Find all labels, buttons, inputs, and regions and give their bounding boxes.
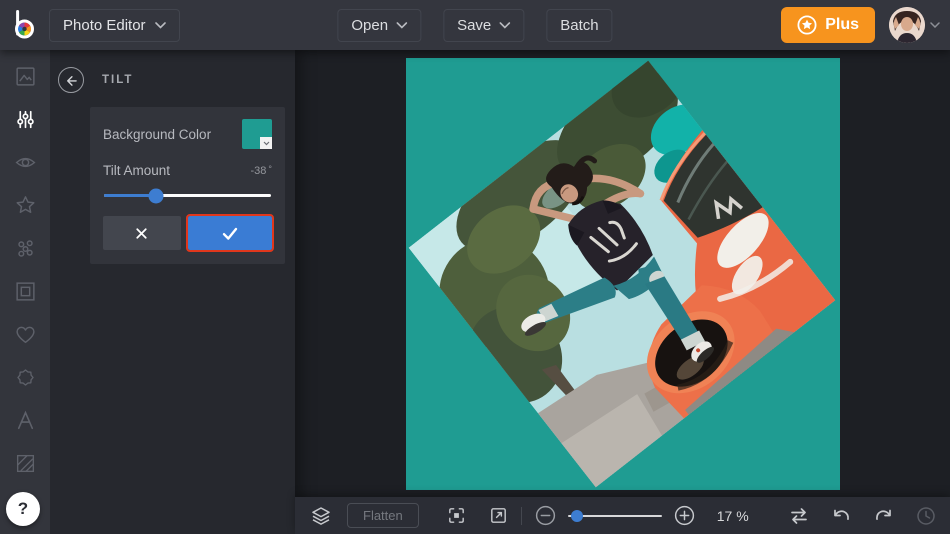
zoom-slider[interactable] <box>568 509 662 523</box>
background-color-label: Background Color <box>103 127 211 142</box>
chevron-down-icon <box>499 22 510 29</box>
chevron-down-icon <box>155 22 166 29</box>
textures-icon[interactable] <box>12 450 38 476</box>
edit-image-icon[interactable] <box>12 63 38 89</box>
editing-canvas[interactable] <box>295 50 950 497</box>
tilt-panel: TILT Background Color Tilt Amount -38° <box>50 50 295 534</box>
save-dropdown[interactable]: Save <box>443 9 524 42</box>
undo-icon[interactable] <box>830 505 853 527</box>
tilt-amount-value: -38° <box>250 164 272 177</box>
user-avatar <box>889 7 925 43</box>
back-button[interactable] <box>58 67 84 93</box>
app-menu-label: Photo Editor <box>63 17 146 34</box>
compare-icon[interactable] <box>787 505 811 527</box>
help-label: ? <box>18 499 28 519</box>
plus-label: Plus <box>825 16 859 34</box>
flatten-button[interactable]: Flatten <box>347 503 419 528</box>
star-badge-icon <box>797 15 817 35</box>
zoom-out-button[interactable] <box>534 504 557 527</box>
zoom-level-display[interactable]: 17 % <box>717 508 763 524</box>
image-background[interactable] <box>406 58 840 490</box>
swatch-dropdown-corner <box>260 137 272 149</box>
cancel-x-icon <box>133 225 150 242</box>
chevron-down-icon <box>396 22 407 29</box>
slider-thumb[interactable] <box>148 188 163 203</box>
tilted-photo-layer[interactable] <box>409 61 836 488</box>
toolbar-divider <box>521 507 522 525</box>
top-bar: Photo Editor Open Save Batch <box>0 0 950 50</box>
open-label: Open <box>351 17 388 34</box>
stickers-badge-icon[interactable] <box>12 364 38 390</box>
graphics-shapes-icon[interactable] <box>12 235 38 261</box>
tilt-settings-card: Background Color Tilt Amount -38° <box>90 107 285 264</box>
open-full-view-icon[interactable] <box>488 505 509 526</box>
flatten-label: Flatten <box>363 508 403 523</box>
photo-editor-app: Photo Editor Open Save Batch <box>0 0 950 534</box>
background-color-swatch[interactable] <box>242 119 272 149</box>
bottom-toolbar: Flatten <box>295 497 950 534</box>
batch-button[interactable]: Batch <box>546 9 612 42</box>
batch-label: Batch <box>560 17 598 34</box>
help-button[interactable]: ? <box>6 492 40 526</box>
plus-upgrade-button[interactable]: Plus <box>781 7 875 43</box>
panel-title: TILT <box>102 74 133 86</box>
chevron-down-icon <box>930 22 940 28</box>
effects-star-icon[interactable] <box>12 192 38 218</box>
account-menu[interactable] <box>889 7 940 43</box>
adjustments-sliders-icon[interactable] <box>12 106 38 132</box>
frames-icon[interactable] <box>12 278 38 304</box>
tilt-amount-label: Tilt Amount <box>103 163 170 178</box>
save-label: Save <box>457 17 491 34</box>
befunky-logo-icon[interactable] <box>9 8 41 42</box>
zoom-slider-thumb[interactable] <box>571 510 583 522</box>
apply-check-icon <box>220 225 240 242</box>
history-icon[interactable] <box>915 505 937 527</box>
touchup-eye-icon[interactable] <box>12 149 38 175</box>
cancel-button[interactable] <box>103 216 181 250</box>
zoom-in-button[interactable] <box>673 504 696 527</box>
tilt-amount-slider[interactable] <box>104 187 271 203</box>
redo-icon[interactable] <box>872 505 895 527</box>
text-icon[interactable] <box>12 407 38 433</box>
degree-unit: ° <box>268 164 272 174</box>
apply-button[interactable] <box>188 216 272 250</box>
overlays-heart-icon[interactable] <box>12 321 38 347</box>
layers-icon[interactable] <box>310 505 332 527</box>
left-toolbar <box>0 50 50 534</box>
app-menu-dropdown[interactable]: Photo Editor <box>49 9 180 42</box>
open-dropdown[interactable]: Open <box>337 9 421 42</box>
fit-to-screen-icon[interactable] <box>446 505 467 526</box>
